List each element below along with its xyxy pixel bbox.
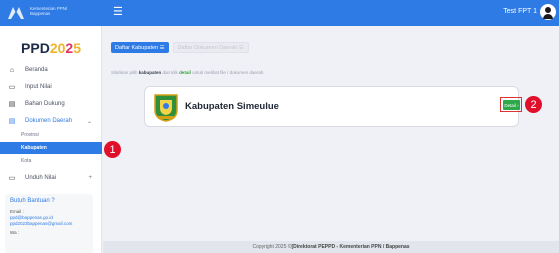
footer-prefix: Copyright 2025 © [252, 244, 292, 250]
tab-daftar-dokumen-daerah[interactable]: Daftar Dokumen Daerah ☰ [172, 42, 249, 53]
step-marker-1: 1 [104, 141, 121, 158]
help-email-2[interactable]: ppd2023bappenas@gmail.com [10, 221, 88, 227]
sidebar-subitem-label: Kota [21, 158, 32, 164]
detail-button[interactable]: Detail › [503, 100, 520, 110]
kabupaten-name: Kabupaten Simeulue [185, 101, 279, 112]
tab-daftar-kabupaten[interactable]: Daftar Kabupaten ☰ [111, 42, 169, 53]
sidebar-item-beranda[interactable]: ⌂ Beranda [0, 62, 102, 78]
ppd-logo: PPD2025 [21, 40, 81, 56]
user-circle-icon[interactable] [540, 4, 556, 20]
sidebar-subitem-label: Kabupaten [21, 145, 47, 151]
sidebar-subitem-provinsi[interactable]: Provinsi [0, 129, 102, 141]
brand-line2: Bappenas [30, 11, 51, 16]
sidebar-subitem-kabupaten[interactable]: Kabupaten [0, 142, 102, 154]
help-wa-label: Wa : [10, 230, 20, 235]
detail-highlight: Detail › [500, 97, 522, 112]
sidebar-item-bahan-dukung[interactable]: ▤ Bahan Dukung [0, 96, 102, 112]
sidebar-subitem-kota[interactable]: Kota [0, 155, 102, 167]
sidebar-item-input-nilai[interactable]: ▭ Input Nilai [0, 79, 102, 95]
kabupaten-emblem [154, 94, 178, 122]
kabupaten-card: Kabupaten Simeulue [144, 86, 519, 127]
top-bar: Kementerian PPN/ Bappenas ☰ Test FPT 1 [0, 0, 559, 26]
sidebar-item-label: Unduh Nilai [25, 175, 57, 181]
hamburger-icon[interactable]: ☰ [113, 6, 123, 18]
footer: Copyright 2025 © [Direktorat PEPPD - Kem… [103, 241, 559, 253]
sidebar-item-label: Input Nilai [25, 84, 52, 90]
step-marker-2: 2 [525, 96, 542, 113]
sidebar-item-label: Beranda [25, 67, 48, 73]
footer-org: [Direktorat PEPPD - Kementerian PPN / Ba… [291, 244, 410, 250]
bappenas-logo [8, 7, 24, 19]
document-icon: ▤ [8, 101, 16, 108]
document-icon: ▤ [8, 118, 16, 125]
chevron-down-icon: ⌄ [86, 118, 92, 125]
help-box: Butuh Bantuan ? Email : ppd@bappenas.go.… [5, 194, 93, 253]
instruction-text: Silahkan pilih kabupaten dan klik detail… [111, 70, 265, 75]
sidebar-item-label: Dokumen Daerah [25, 118, 73, 124]
tab-bar: Daftar Kabupaten ☰ Daftar Dokumen Daerah… [111, 42, 253, 53]
monitor-icon: ▭ [8, 175, 16, 182]
help-title: Butuh Bantuan ? [10, 198, 55, 204]
sidebar-item-unduh-nilai[interactable]: ▭ Unduh Nilai + [0, 170, 102, 186]
brand-text: Kementerian PPN/ Bappenas [30, 6, 90, 16]
sidebar: PPD2025 ⌂ Beranda ▭ Input Nilai ▤ Bahan … [0, 26, 102, 253]
plus-icon: + [88, 175, 92, 181]
sidebar-subitem-label: Provinsi [21, 132, 39, 138]
user-name[interactable]: Test FPT 1 [503, 8, 537, 15]
monitor-icon: ▭ [8, 84, 16, 91]
sidebar-item-label: Bahan Dukung [25, 101, 65, 107]
sidebar-item-dokumen-daerah[interactable]: ▤ Dokumen Daerah ⌄ [0, 113, 102, 129]
home-icon: ⌂ [9, 66, 15, 74]
